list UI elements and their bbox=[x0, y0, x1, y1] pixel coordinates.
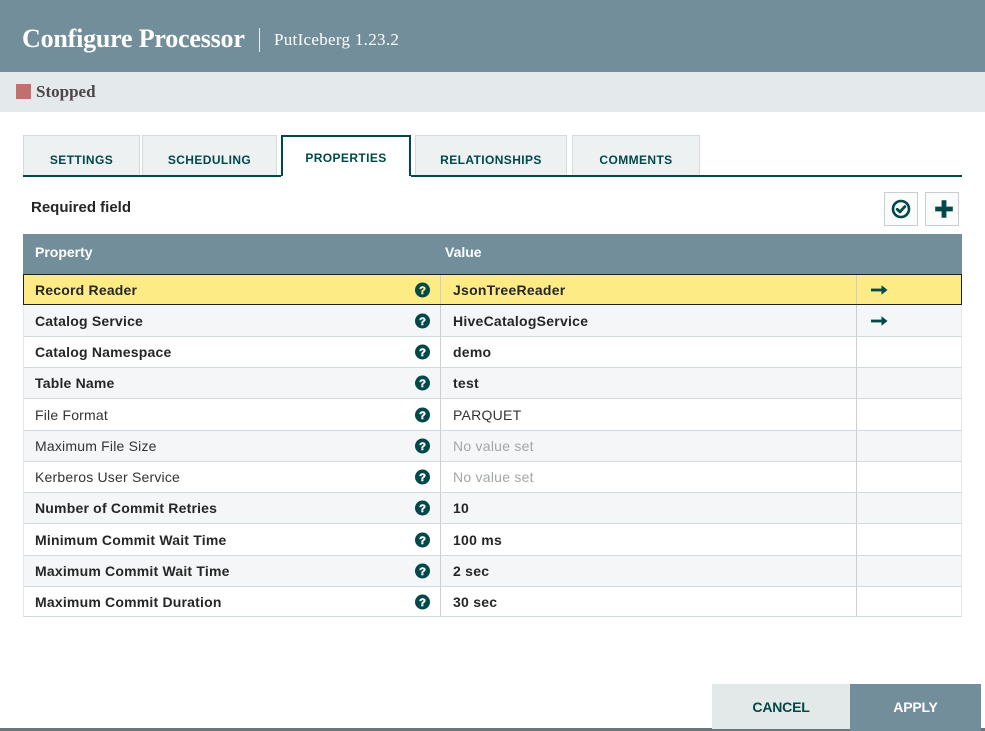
svg-text:?: ? bbox=[419, 347, 426, 359]
svg-text:?: ? bbox=[419, 284, 426, 296]
svg-text:?: ? bbox=[419, 534, 426, 546]
svg-text:?: ? bbox=[419, 409, 426, 421]
svg-text:?: ? bbox=[419, 315, 426, 327]
svg-text:?: ? bbox=[419, 566, 426, 578]
svg-text:?: ? bbox=[419, 472, 426, 484]
svg-text:?: ? bbox=[419, 503, 426, 515]
svg-text:?: ? bbox=[419, 441, 426, 453]
svg-text:?: ? bbox=[419, 378, 426, 390]
svg-text:?: ? bbox=[419, 596, 426, 608]
